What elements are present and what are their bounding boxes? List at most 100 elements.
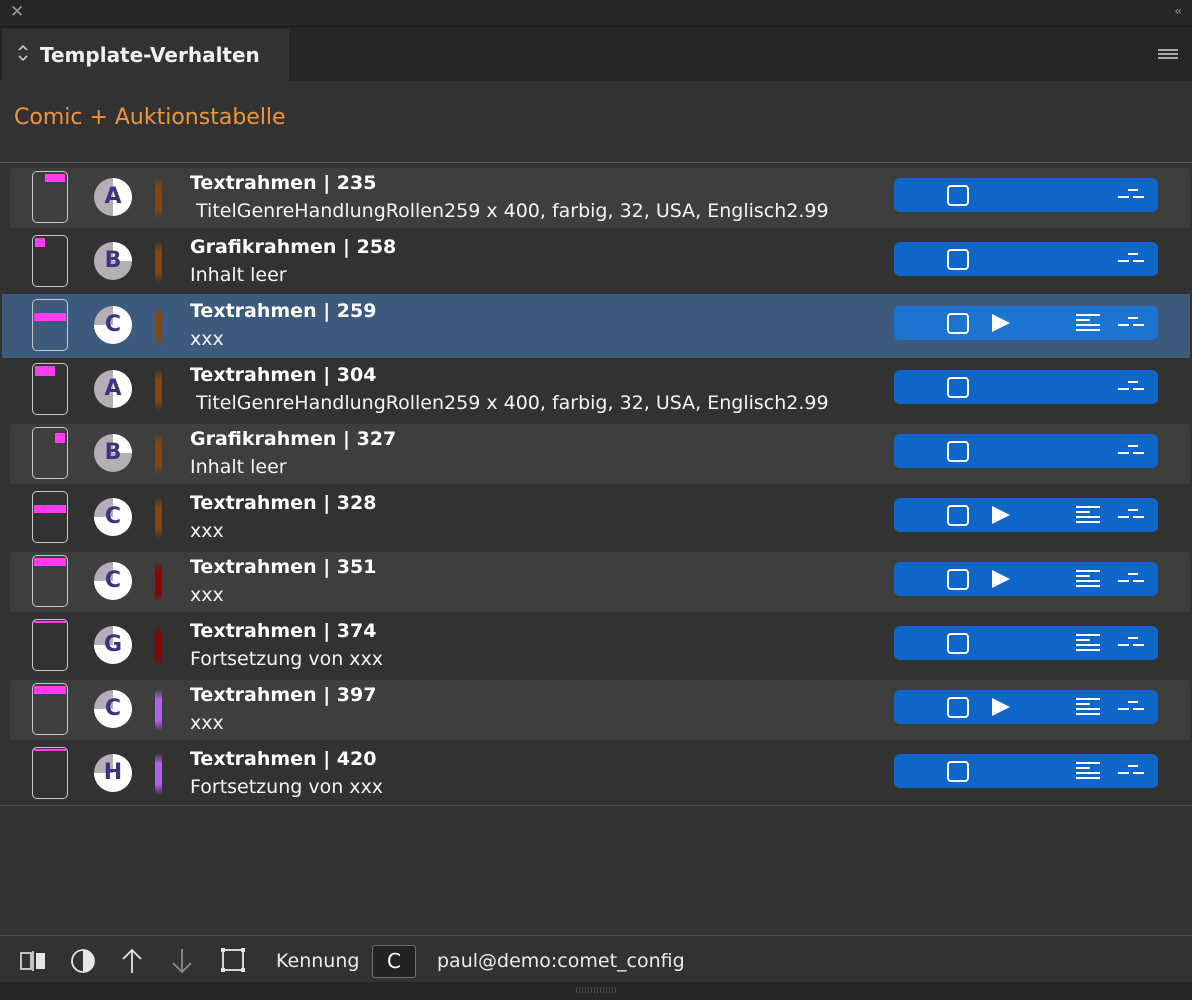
row-actions [894, 178, 1158, 212]
badge-letter: A [104, 184, 122, 209]
checkbox[interactable] [947, 569, 969, 590]
frame-row[interactable]: A Textrahmen | 304 TitelGenreHandlungRol… [0, 358, 1192, 422]
settings-dash-icon[interactable] [1118, 637, 1144, 649]
row-title: Textrahmen | 351 [190, 556, 377, 578]
frame-row[interactable]: C Textrahmen | 351 xxx [0, 550, 1192, 614]
window-titlebar: ✕ ‹‹ [0, 0, 1192, 27]
frame-thumbnail-icon [32, 235, 68, 287]
frame-type-badge: G [94, 626, 132, 664]
checkbox[interactable] [947, 633, 969, 654]
frame-row[interactable]: B Grafikrahmen | 258 Inhalt leer [0, 230, 1192, 294]
pie-chart-icon[interactable] [70, 948, 96, 974]
settings-dash-icon[interactable] [1118, 445, 1144, 457]
checkbox[interactable] [947, 313, 969, 334]
split-view-icon[interactable] [20, 950, 46, 972]
ident-field[interactable]: C [372, 945, 416, 978]
color-bar [155, 369, 162, 411]
row-title: Textrahmen | 420 [190, 748, 377, 770]
tab-bar: Template-Verhalten [0, 27, 1192, 81]
checkbox[interactable] [947, 249, 969, 270]
checkbox[interactable] [947, 377, 969, 398]
frame-thumbnail-icon [32, 427, 68, 479]
frame-marker [34, 505, 66, 513]
settings-dash-icon[interactable] [1118, 765, 1144, 777]
frame-marker [35, 366, 55, 376]
frame-select-icon[interactable] [220, 947, 246, 973]
checkbox[interactable] [947, 505, 969, 526]
play-icon[interactable] [992, 570, 1010, 588]
settings-dash-icon[interactable] [1118, 317, 1144, 329]
frame-row[interactable]: C Textrahmen | 397 xxx [0, 678, 1192, 742]
frame-type-badge: A [94, 178, 132, 216]
frame-row[interactable]: C Textrahmen | 259 xxx [0, 294, 1192, 358]
settings-dash-icon[interactable] [1118, 573, 1144, 585]
tab-expand-icon[interactable] [18, 44, 28, 64]
row-title: Textrahmen | 328 [190, 492, 377, 514]
frame-thumbnail-icon [32, 619, 68, 671]
row-title: Textrahmen | 304 [190, 364, 377, 386]
settings-dash-icon[interactable] [1118, 701, 1144, 713]
badge-letter: B [104, 248, 122, 273]
badge-letter: G [103, 632, 123, 657]
resize-grip[interactable] [576, 987, 616, 993]
row-subtitle: xxx [190, 712, 224, 734]
row-title: Grafikrahmen | 258 [190, 236, 397, 258]
frame-marker [55, 433, 65, 443]
frame-marker [35, 238, 45, 247]
play-icon[interactable] [992, 698, 1010, 716]
checkbox[interactable] [947, 761, 969, 782]
color-bar [155, 241, 162, 283]
text-lines-icon[interactable] [1076, 634, 1100, 652]
row-title: Grafikrahmen | 327 [190, 428, 397, 450]
frame-thumbnail-icon [32, 171, 68, 223]
tab-template-verhalten[interactable]: Template-Verhalten [2, 29, 289, 81]
panel-title: Template-Verhalten [40, 43, 260, 67]
play-icon[interactable] [992, 506, 1010, 524]
template-heading: Comic + Auktionstabelle [14, 105, 286, 130]
settings-dash-icon[interactable] [1118, 189, 1144, 201]
badge-letter: B [104, 440, 122, 465]
color-bar [155, 689, 162, 731]
frame-row[interactable]: C Textrahmen | 328 xxx [0, 486, 1192, 550]
settings-dash-icon[interactable] [1118, 509, 1144, 521]
frame-type-badge: C [94, 690, 132, 728]
panel-menu-icon[interactable] [1158, 49, 1178, 61]
badge-letter: A [104, 376, 122, 401]
frame-row[interactable]: B Grafikrahmen | 327 Inhalt leer [0, 422, 1192, 486]
badge-letter: C [104, 312, 122, 337]
checkbox[interactable] [947, 185, 969, 206]
row-title: Textrahmen | 259 [190, 300, 377, 322]
arrow-up-icon[interactable] [121, 947, 143, 975]
text-lines-icon[interactable] [1076, 762, 1100, 780]
frame-row[interactable]: H Textrahmen | 420 Fortsetzung von xxx [0, 742, 1192, 806]
play-icon[interactable] [992, 314, 1010, 332]
row-subtitle: Fortsetzung von xxx [190, 776, 384, 798]
text-lines-icon[interactable] [1076, 570, 1100, 588]
row-subtitle: Fortsetzung von xxx [190, 648, 384, 670]
text-lines-icon[interactable] [1076, 698, 1100, 716]
frame-type-badge: H [94, 754, 132, 792]
close-icon[interactable]: ✕ [10, 2, 24, 22]
settings-dash-icon[interactable] [1118, 253, 1144, 265]
collapse-icon[interactable]: ‹‹ [1174, 4, 1181, 18]
frame-thumbnail-icon [32, 491, 68, 543]
badge-letter: C [104, 504, 122, 529]
checkbox[interactable] [947, 697, 969, 718]
row-actions [894, 434, 1158, 468]
color-bar [155, 753, 162, 795]
frame-row[interactable]: A Textrahmen | 235 TitelGenreHandlungRol… [0, 166, 1192, 230]
frame-marker [34, 313, 66, 321]
text-lines-icon[interactable] [1076, 314, 1100, 332]
settings-dash-icon[interactable] [1118, 381, 1144, 393]
footer-toolbar: Kennung C paul@demo:comet_config [0, 936, 1192, 982]
frame-row[interactable]: G Textrahmen | 374 Fortsetzung von xxx [0, 614, 1192, 678]
text-lines-icon[interactable] [1076, 506, 1100, 524]
row-title: Textrahmen | 397 [190, 684, 377, 706]
arrow-down-icon[interactable] [171, 947, 193, 975]
frame-thumbnail-icon [32, 555, 68, 607]
user-config-label: paul@demo:comet_config [437, 950, 685, 972]
checkbox[interactable] [947, 441, 969, 462]
row-subtitle: Inhalt leer [190, 264, 287, 286]
frame-marker [34, 686, 66, 694]
frame-type-badge: A [94, 370, 132, 408]
